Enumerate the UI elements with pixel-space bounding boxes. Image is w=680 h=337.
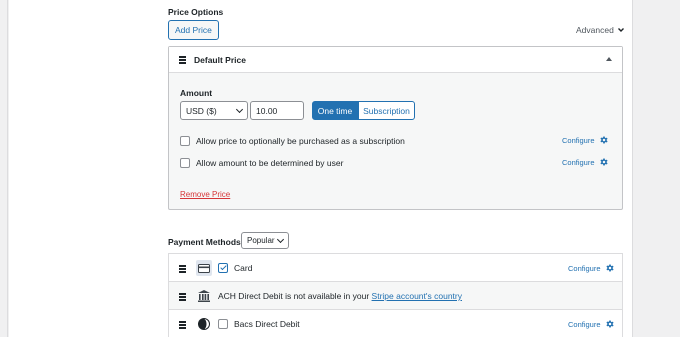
configure-card-link[interactable]: Configure (568, 263, 615, 273)
chevron-down-icon (276, 235, 285, 244)
gear-icon (605, 320, 614, 328)
configure-custom-amount-link[interactable]: Configure (562, 157, 609, 167)
payment-method-bacs: Bacs Direct Debit Configure (169, 310, 622, 337)
allow-subscription-option[interactable]: Allow price to optionally be purchased a… (180, 136, 405, 146)
amount-input[interactable]: 10.00 (250, 101, 304, 120)
drag-handle-icon[interactable] (179, 293, 186, 301)
price-card-title: Default Price (194, 54, 246, 65)
amount-label: Amount (180, 88, 213, 98)
currency-value: USD ($) (186, 105, 217, 116)
payment-method-card: Card Configure (169, 254, 622, 282)
drag-handle-icon[interactable] (179, 321, 186, 329)
bacs-label: Bacs Direct Debit (234, 319, 300, 329)
currency-select[interactable]: USD ($) (180, 101, 248, 120)
allow-custom-amount-option[interactable]: Allow amount to be determined by user (180, 158, 343, 168)
gear-icon (605, 264, 614, 272)
ach-unavailable-text: ACH Direct Debit is not available in you… (218, 291, 462, 301)
chevron-down-icon (235, 105, 244, 114)
drag-handle-icon[interactable] (179, 265, 186, 273)
payment-method-ach: ACH Direct Debit is not available in you… (169, 282, 622, 310)
allow-custom-amount-checkbox[interactable] (180, 158, 190, 168)
bacs-icon (196, 316, 212, 332)
right-gutter (632, 0, 680, 337)
remove-price-link[interactable]: Remove Price (180, 190, 230, 199)
left-gutter (0, 0, 8, 337)
payment-methods-title: Payment Methods (168, 237, 241, 247)
drag-handle-icon[interactable] (179, 56, 186, 64)
gear-icon (599, 136, 608, 144)
price-options-title: Price Options (168, 7, 224, 17)
card-label: Card (234, 263, 253, 273)
bacs-checkbox[interactable] (218, 319, 228, 329)
configure-label: Configure (562, 157, 595, 167)
configure-bacs-link[interactable]: Configure (568, 319, 615, 329)
gear-icon (599, 158, 608, 166)
payment-filter-select[interactable]: Popular (241, 232, 289, 249)
add-price-button[interactable]: Add Price (168, 20, 219, 40)
allow-custom-amount-label: Allow amount to be determined by user (196, 158, 344, 168)
advanced-toggle[interactable]: Advanced (576, 25, 625, 35)
configure-label: Configure (568, 263, 601, 273)
configure-label: Configure (562, 135, 595, 145)
one-time-button[interactable]: One time (312, 101, 358, 120)
chevron-down-icon (617, 28, 624, 32)
payment-methods-list: Card Configure ACH Direct Debit is not a… (168, 253, 623, 337)
collapse-arrow-icon[interactable] (606, 57, 612, 61)
subscription-button[interactable]: Subscription (358, 101, 415, 120)
allow-subscription-checkbox[interactable] (180, 136, 190, 146)
stripe-country-link[interactable]: Stripe account's country (372, 291, 462, 301)
credit-card-icon (196, 260, 212, 276)
advanced-label: Advanced (576, 25, 614, 35)
payment-filter-value: Popular (247, 236, 275, 245)
allow-subscription-label: Allow price to optionally be purchased a… (196, 136, 405, 146)
configure-label: Configure (568, 319, 601, 329)
default-price-card: Default Price Amount USD ($) 10.00 One t… (168, 46, 623, 210)
price-card-header[interactable]: Default Price (169, 47, 622, 73)
configure-subscription-link[interactable]: Configure (562, 135, 609, 145)
bank-icon (196, 288, 212, 304)
card-checkbox[interactable] (218, 263, 228, 273)
